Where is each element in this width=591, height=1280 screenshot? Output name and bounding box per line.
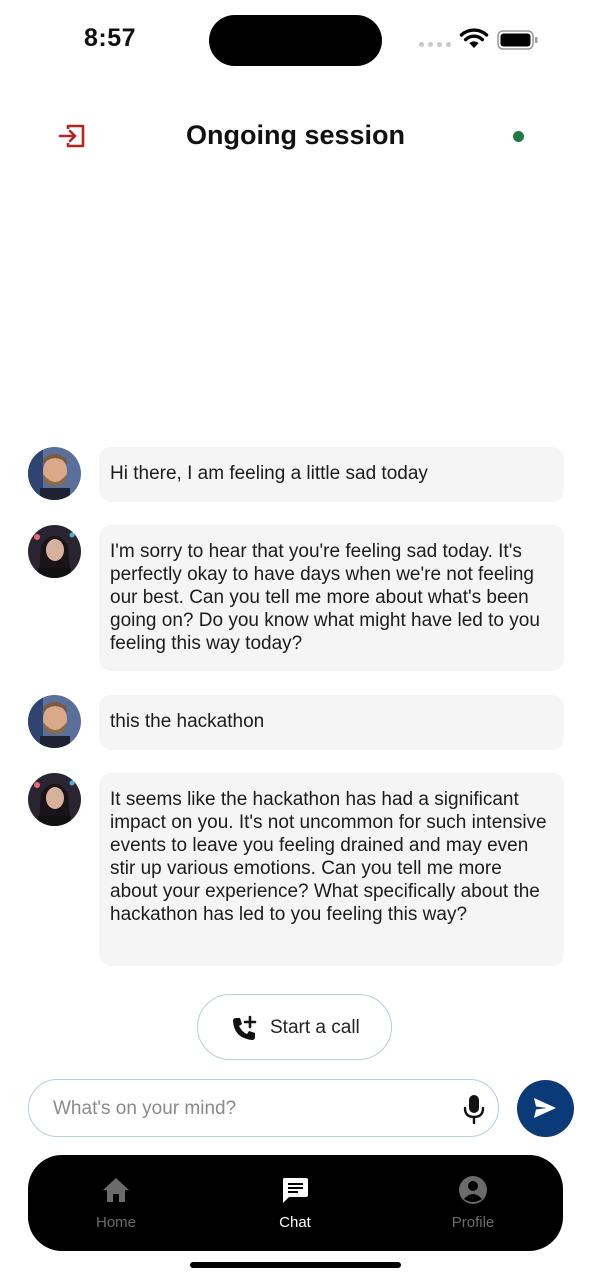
dynamic-island: [209, 15, 382, 66]
tab-home[interactable]: Home: [46, 1155, 186, 1251]
session-status-dot: [513, 131, 524, 142]
user-avatar: [28, 447, 81, 500]
app-screen: 8:57 Ongoing session Hi there, I am feel…: [0, 0, 591, 1280]
profile-icon: [459, 1176, 487, 1204]
tab-profile-label: Profile: [451, 1214, 495, 1231]
status-bar: 8:57: [0, 0, 591, 80]
send-button[interactable]: [517, 1080, 574, 1137]
add-call-icon: [233, 1015, 257, 1040]
home-icon: [103, 1178, 129, 1202]
chat-icon: [283, 1178, 308, 1203]
cellular-signal-icon: [419, 42, 451, 48]
bottom-tab-bar: Home Chat Profile: [28, 1155, 563, 1251]
battery-icon: [497, 30, 538, 50]
therapist-message-bubble: It seems like the hackathon has had a si…: [99, 773, 564, 966]
start-call-label: Start a call: [270, 1017, 360, 1038]
wifi-icon: [459, 28, 489, 48]
message-composer: [28, 1079, 499, 1137]
start-call-button[interactable]: Start a call: [197, 994, 392, 1060]
therapist-avatar: [28, 773, 81, 826]
user-message-bubble: this the hackathon: [99, 695, 564, 750]
tab-profile[interactable]: Profile: [403, 1155, 543, 1251]
home-indicator: [190, 1262, 401, 1268]
tab-chat-label: Chat: [279, 1214, 311, 1231]
session-header: Ongoing session: [0, 108, 591, 164]
microphone-icon[interactable]: [462, 1094, 486, 1124]
send-icon: [534, 1098, 556, 1118]
user-avatar: [28, 695, 81, 748]
tab-home-label: Home: [95, 1214, 136, 1231]
page-title: Ongoing session: [185, 120, 406, 150]
message-input[interactable]: [51, 1080, 455, 1137]
tab-chat[interactable]: Chat: [225, 1155, 365, 1251]
therapist-message-bubble: I'm sorry to hear that you're feeling sa…: [99, 525, 564, 671]
user-message-bubble: Hi there, I am feeling a little sad toda…: [99, 447, 564, 502]
therapist-avatar: [28, 525, 81, 578]
status-time: 8:57: [84, 24, 137, 52]
